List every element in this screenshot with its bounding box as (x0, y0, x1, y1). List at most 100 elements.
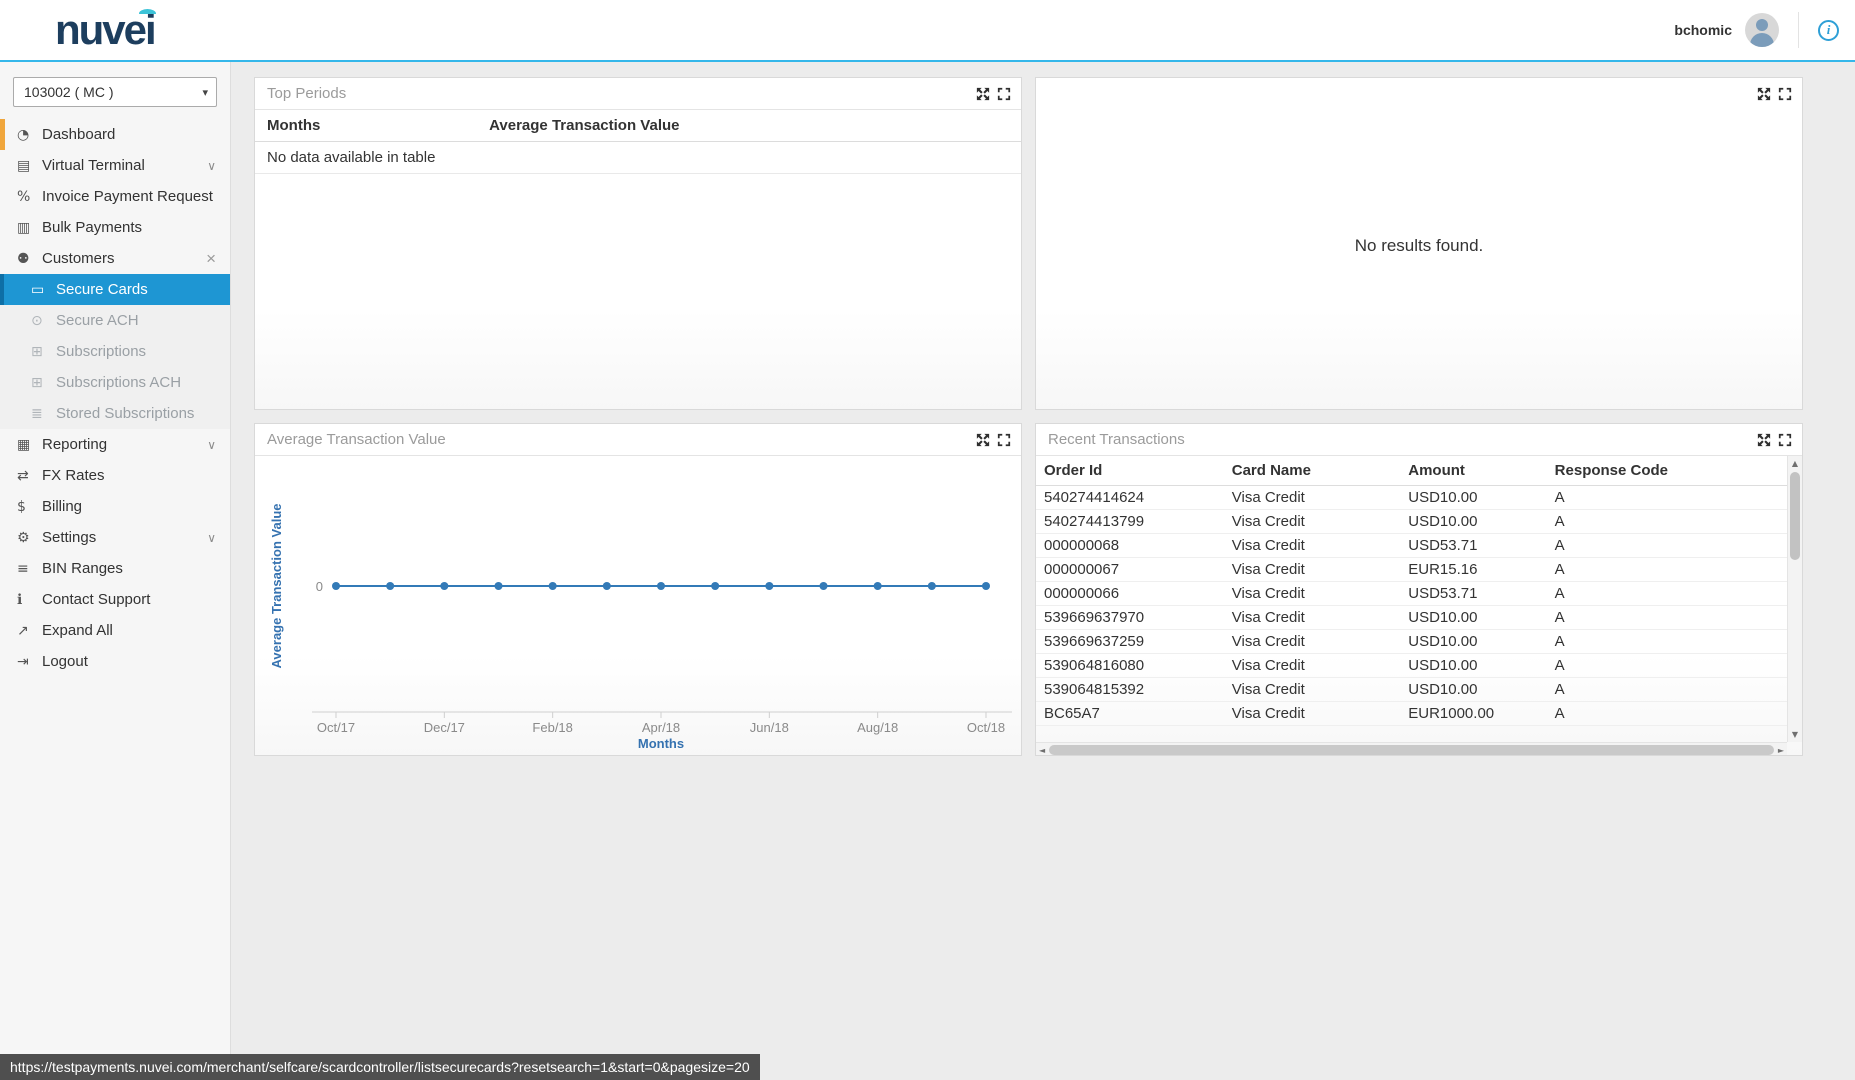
sidebar-item-settings[interactable]: ⚙ Settings ∨ (0, 522, 230, 553)
sidebar-item-label: Bulk Payments (42, 219, 143, 236)
top-header: nuvei bchomic i (0, 0, 1855, 62)
dashboard-icon: ◔ (17, 126, 30, 143)
virtual-terminal-icon: ▤ (17, 157, 31, 174)
svg-text:Jun/18: Jun/18 (750, 720, 789, 735)
sidebar-item-bulk-payments[interactable]: ▥ Bulk Payments (0, 212, 230, 243)
table-row[interactable]: 540274413799 Visa Credit USD10.00 A (1036, 509, 1787, 534)
sidebar-item-dashboard[interactable]: ◔ Dashboard (0, 119, 230, 150)
secure-cards-icon: ▭ (31, 281, 45, 298)
sidebar-item-stored-subscriptions[interactable]: ≣ Stored Subscriptions (0, 398, 230, 429)
sidebar-item-label: Billing (42, 498, 83, 515)
svg-text:Dec/17: Dec/17 (424, 720, 465, 735)
subscriptions-icon: ⊞ (31, 343, 43, 360)
sidebar-item-label: Expand All (42, 622, 113, 639)
panel-title: Recent Transactions (1048, 431, 1185, 448)
column-header: Amount (1400, 456, 1547, 486)
fullscreen-icon[interactable] (997, 87, 1011, 101)
sidebar-item-label: Stored Subscriptions (56, 405, 195, 422)
table-row[interactable]: 000000066 Visa Credit USD53.71 A (1036, 581, 1787, 606)
sidebar-item-label: Logout (42, 653, 88, 670)
table-row[interactable]: 539064815392 Visa Credit USD10.00 A (1036, 677, 1787, 702)
username-label: bchomic (1674, 22, 1732, 38)
sidebar-item-subscriptions-ach[interactable]: ⊞ Subscriptions ACH (0, 367, 230, 398)
transactions-body: 540274414624 Visa Credit USD10.00 A 54027441… (1036, 485, 1787, 726)
sidebar-item-bin-ranges[interactable]: ≡ BIN Ranges (0, 553, 230, 584)
merchant-select[interactable]: 103002 ( MC ) ▾ (13, 77, 217, 107)
nuvei-logo[interactable]: nuvei (55, 6, 157, 54)
arrows-out-icon[interactable] (1757, 87, 1771, 101)
svg-text:Months: Months (638, 736, 684, 751)
merchant-select-value: 103002 ( MC ) (24, 84, 114, 100)
table-row[interactable]: 000000068 Visa Credit USD53.71 A (1036, 533, 1787, 558)
sidebar-item-secure-cards[interactable]: ▭ Secure Cards (0, 274, 230, 305)
svg-text:Oct/18: Oct/18 (967, 720, 1005, 735)
dashboard-content: Top Periods Months Average Transaction Va… (254, 77, 1803, 756)
scroll-right-icon[interactable]: ► (1778, 743, 1784, 755)
sidebar-item-billing[interactable]: $ Billing (0, 491, 230, 522)
sidebar-item-logout[interactable]: ⇥ Logout (0, 646, 230, 677)
sidebar-item-label: Subscriptions (56, 343, 147, 360)
sidebar-item-secure-ach[interactable]: ⊙ Secure ACH (0, 305, 230, 336)
reporting-icon: ▦ (17, 436, 31, 453)
user-avatar-icon[interactable] (1745, 13, 1779, 47)
fullscreen-icon[interactable] (1778, 433, 1792, 447)
table-row[interactable]: 539669637970 Visa Credit USD10.00 A (1036, 605, 1787, 630)
fullscreen-icon[interactable] (997, 433, 1011, 447)
arrows-out-icon[interactable] (1757, 433, 1771, 447)
fx-rates-icon: ⇄ (17, 467, 29, 484)
scroll-up-icon[interactable]: ▲ (1788, 456, 1802, 471)
bulk-payments-icon: ▥ (17, 219, 31, 236)
info-icon[interactable]: i (1818, 19, 1839, 41)
sidebar-item-fx-rates[interactable]: ⇄ FX Rates (0, 460, 230, 491)
avg-transaction-panel: Average Transaction Value Oct/17 Dec/17 Fe… (254, 423, 1022, 756)
column-header: Months (255, 110, 478, 142)
table-row[interactable]: 539669637259 Visa Credit USD10.00 A (1036, 629, 1787, 654)
arrows-out-icon[interactable] (976, 433, 990, 447)
logout-icon: ⇥ (17, 653, 29, 670)
sidebar-item-label: Invoice Payment Request (42, 188, 213, 205)
table-row[interactable]: 000000067 Visa Credit EUR15.16 A (1036, 557, 1787, 582)
panel-controls (1757, 433, 1792, 447)
arrows-out-icon[interactable] (976, 87, 990, 101)
sidebar-item-subscriptions[interactable]: ⊞ Subscriptions (0, 336, 230, 367)
close-icon[interactable]: × (206, 250, 216, 267)
sidebar-item-label: BIN Ranges (42, 560, 123, 577)
sidebar-item-expand-all[interactable]: ↗ Expand All (0, 615, 230, 646)
sidebar-item-label: Reporting (42, 436, 108, 453)
sidebar-item-contact-support[interactable]: ℹ Contact Support (0, 584, 230, 615)
chevron-down-icon: ∨ (207, 437, 216, 452)
table-row[interactable]: 539064816080 Visa Credit USD10.00 A (1036, 653, 1787, 678)
transactions-table-area: Order Id Card Name Amount Response Code 540… (1036, 456, 1802, 755)
top-periods-table: Months Average Transaction Value No data … (255, 110, 1021, 174)
vertical-scrollbar[interactable]: ▲ ▼ (1787, 456, 1802, 742)
table-row[interactable]: BC65A7 Visa Credit EUR1000.00 A (1036, 701, 1787, 726)
bin-ranges-icon: ≡ (17, 560, 29, 577)
sidebar-item-reporting[interactable]: ▦ Reporting ∨ (0, 429, 230, 460)
vertical-scrollbar-thumb[interactable] (1790, 472, 1800, 560)
header-divider (1798, 12, 1799, 48)
horizontal-scrollbar-thumb[interactable] (1049, 745, 1774, 755)
logo-swoosh-icon (138, 9, 156, 18)
column-header: Card Name (1223, 456, 1401, 486)
sidebar-item-virtual-terminal[interactable]: ▤ Virtual Terminal ∨ (0, 150, 230, 181)
table-row[interactable]: 540274414624 Visa Credit USD10.00 A (1036, 485, 1787, 510)
fullscreen-icon[interactable] (1778, 87, 1792, 101)
sidebar-item-label: Secure Cards (56, 281, 148, 298)
invoice-payment-request-icon: % (17, 188, 31, 205)
subscriptions-ach-icon: ⊞ (31, 374, 43, 391)
sidebar-item-invoice-payment-request[interactable]: % Invoice Payment Request (0, 181, 230, 212)
billing-icon: $ (17, 498, 26, 515)
status-bar: https://testpayments.nuvei.com/merchant/… (0, 1054, 760, 1080)
sidebar-item-label: Secure ACH (56, 312, 139, 329)
sidebar-item-label: Dashboard (42, 126, 116, 143)
contact-support-icon: ℹ (17, 591, 23, 608)
select-arrow-icon: ▾ (202, 86, 208, 99)
results-panel: No results found. (1035, 77, 1803, 410)
recent-transactions-table: Order Id Card Name Amount Response Code 540… (1036, 456, 1787, 726)
scroll-down-icon[interactable]: ▼ (1788, 727, 1802, 742)
scroll-left-icon[interactable]: ◄ (1039, 743, 1045, 755)
sidebar-item-customers[interactable]: ⚉ Customers × (0, 243, 230, 274)
horizontal-scrollbar[interactable]: ◄ ► (1036, 742, 1787, 755)
svg-text:Aug/18: Aug/18 (857, 720, 898, 735)
sidebar-item-label: Settings (42, 529, 97, 546)
